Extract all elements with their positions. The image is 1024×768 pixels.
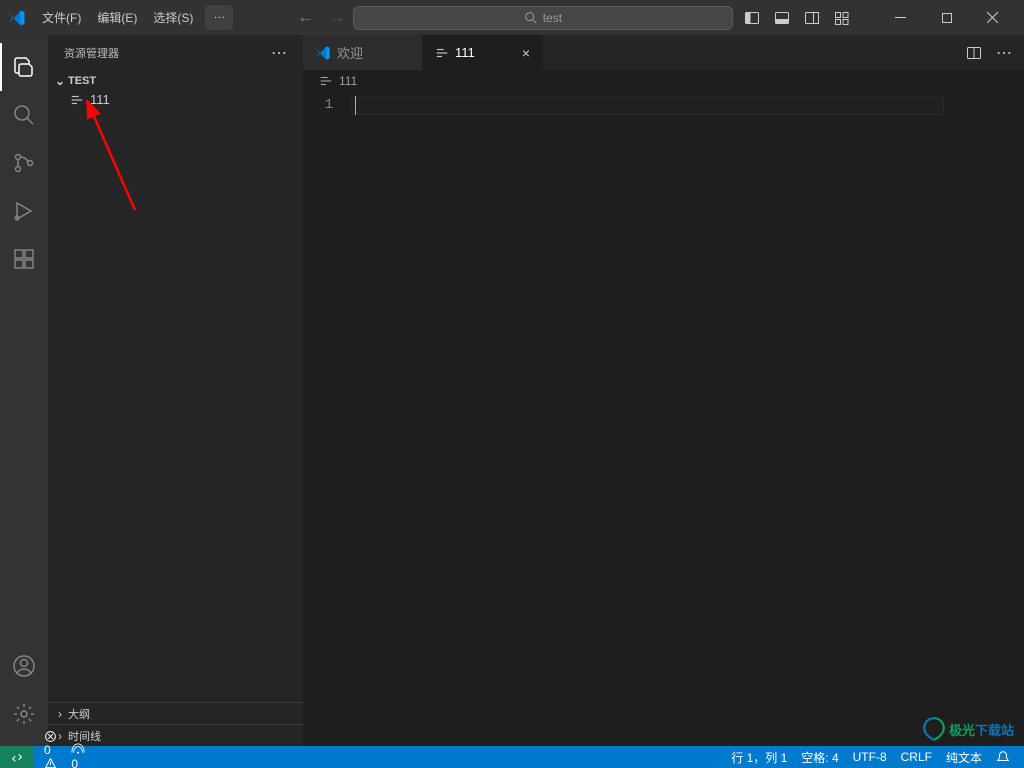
nav-back-icon[interactable]: ← — [297, 9, 313, 27]
activity-search[interactable] — [0, 91, 48, 139]
explorer-tree: ⌄ TEST 111 — [48, 70, 303, 111]
breadcrumb[interactable]: 111 — [303, 70, 1024, 92]
minimize-button[interactable] — [878, 0, 924, 35]
nav-arrows: ← → — [297, 9, 345, 27]
command-center-search[interactable]: test — [353, 6, 733, 30]
status-ports-count: 0 — [71, 757, 78, 768]
nav-forward-icon[interactable]: → — [329, 9, 345, 27]
tab-welcome[interactable]: 欢迎 — [303, 35, 423, 70]
line-gutter: 1 — [303, 92, 351, 746]
text-cursor — [355, 96, 356, 115]
status-indentation[interactable]: 空格: 4 — [801, 749, 838, 766]
folder-root-label: TEST — [68, 75, 96, 87]
status-cursor-position[interactable]: 行 1，列 1 — [731, 749, 787, 766]
file-icon — [435, 46, 449, 60]
toggle-panel-icon[interactable] — [774, 10, 790, 26]
main-area: 资源管理器 ⋯ ⌄ TEST 111 › 大纲 › 时间线 — [0, 35, 1024, 746]
menu-file[interactable]: 文件(F) — [34, 5, 89, 30]
code-area[interactable] — [351, 92, 1024, 746]
status-encoding[interactable]: UTF-8 — [853, 750, 887, 764]
customize-layout-icon[interactable] — [834, 10, 850, 26]
activity-accounts[interactable] — [0, 642, 48, 690]
explorer-title: 资源管理器 — [64, 45, 119, 61]
layout-controls — [744, 10, 850, 26]
editor-tabs: 欢迎 111 × ⋯ — [303, 35, 1024, 70]
watermark-text-a: 极光 — [949, 723, 975, 738]
search-text: test — [543, 11, 562, 25]
watermark-text-b: 下载站 — [975, 723, 1014, 738]
activity-explorer[interactable] — [0, 43, 48, 91]
activity-settings[interactable] — [0, 690, 48, 738]
status-bar: 0 0 0 行 1，列 1 空格: 4 UTF-8 CRLF 纯文本 — [0, 746, 1024, 768]
outline-section[interactable]: › 大纲 — [48, 702, 303, 724]
activity-run-debug[interactable] — [0, 187, 48, 235]
editor-more-icon[interactable]: ⋯ — [996, 43, 1012, 63]
vscode-logo-icon — [315, 45, 331, 61]
chevron-right-icon: › — [52, 707, 68, 721]
status-errors-count: 0 — [44, 743, 51, 757]
file-label: 111 — [90, 92, 110, 107]
breadcrumb-file: 111 — [339, 74, 357, 88]
title-bar: 文件(F) 编辑(E) 选择(S) … ← → test — [0, 0, 1024, 35]
file-icon — [319, 74, 333, 88]
outline-label: 大纲 — [68, 706, 90, 722]
activity-extensions[interactable] — [0, 235, 48, 283]
explorer-more-icon[interactable]: ⋯ — [271, 43, 287, 63]
search-icon — [524, 11, 537, 24]
menu-select[interactable]: 选择(S) — [145, 5, 201, 30]
tab-close-icon[interactable]: × — [522, 45, 530, 61]
maximize-button[interactable] — [924, 0, 970, 35]
window-controls — [878, 0, 1016, 35]
editor-body[interactable]: 1 — [303, 92, 1024, 746]
explorer-sidebar: 资源管理器 ⋯ ⌄ TEST 111 › 大纲 › 时间线 — [48, 35, 303, 746]
file-icon — [70, 93, 84, 107]
folder-root[interactable]: ⌄ TEST — [48, 72, 303, 90]
activity-bar — [0, 35, 48, 746]
timeline-section[interactable]: › 时间线 — [48, 724, 303, 746]
editor-group: 欢迎 111 × ⋯ 111 1 — [303, 35, 1024, 746]
split-editor-icon[interactable] — [966, 45, 982, 61]
watermark: 极光下载站 — [921, 716, 1014, 742]
tab-file-label: 111 — [455, 45, 475, 60]
status-notifications-icon[interactable] — [996, 750, 1010, 764]
explorer-header: 资源管理器 ⋯ — [48, 35, 303, 70]
file-item[interactable]: 111 — [48, 90, 303, 109]
chevron-down-icon: ⌄ — [52, 74, 68, 88]
status-ports[interactable]: 0 — [71, 743, 85, 768]
toggle-primary-sidebar-icon[interactable] — [744, 10, 760, 26]
status-language[interactable]: 纯文本 — [946, 749, 982, 766]
menu-more[interactable]: … — [205, 5, 233, 30]
toggle-secondary-sidebar-icon[interactable] — [804, 10, 820, 26]
tab-file[interactable]: 111 × — [423, 35, 543, 70]
menu-edit[interactable]: 编辑(E) — [89, 5, 145, 30]
menu-bar: 文件(F) 编辑(E) 选择(S) … — [34, 5, 233, 30]
activity-source-control[interactable] — [0, 139, 48, 187]
current-line-highlight — [351, 96, 944, 115]
tab-welcome-label: 欢迎 — [337, 43, 363, 62]
line-number: 1 — [303, 96, 333, 115]
close-button[interactable] — [970, 0, 1016, 35]
remote-indicator[interactable] — [0, 746, 34, 768]
vscode-logo-icon — [8, 9, 26, 27]
status-eol[interactable]: CRLF — [901, 750, 932, 764]
